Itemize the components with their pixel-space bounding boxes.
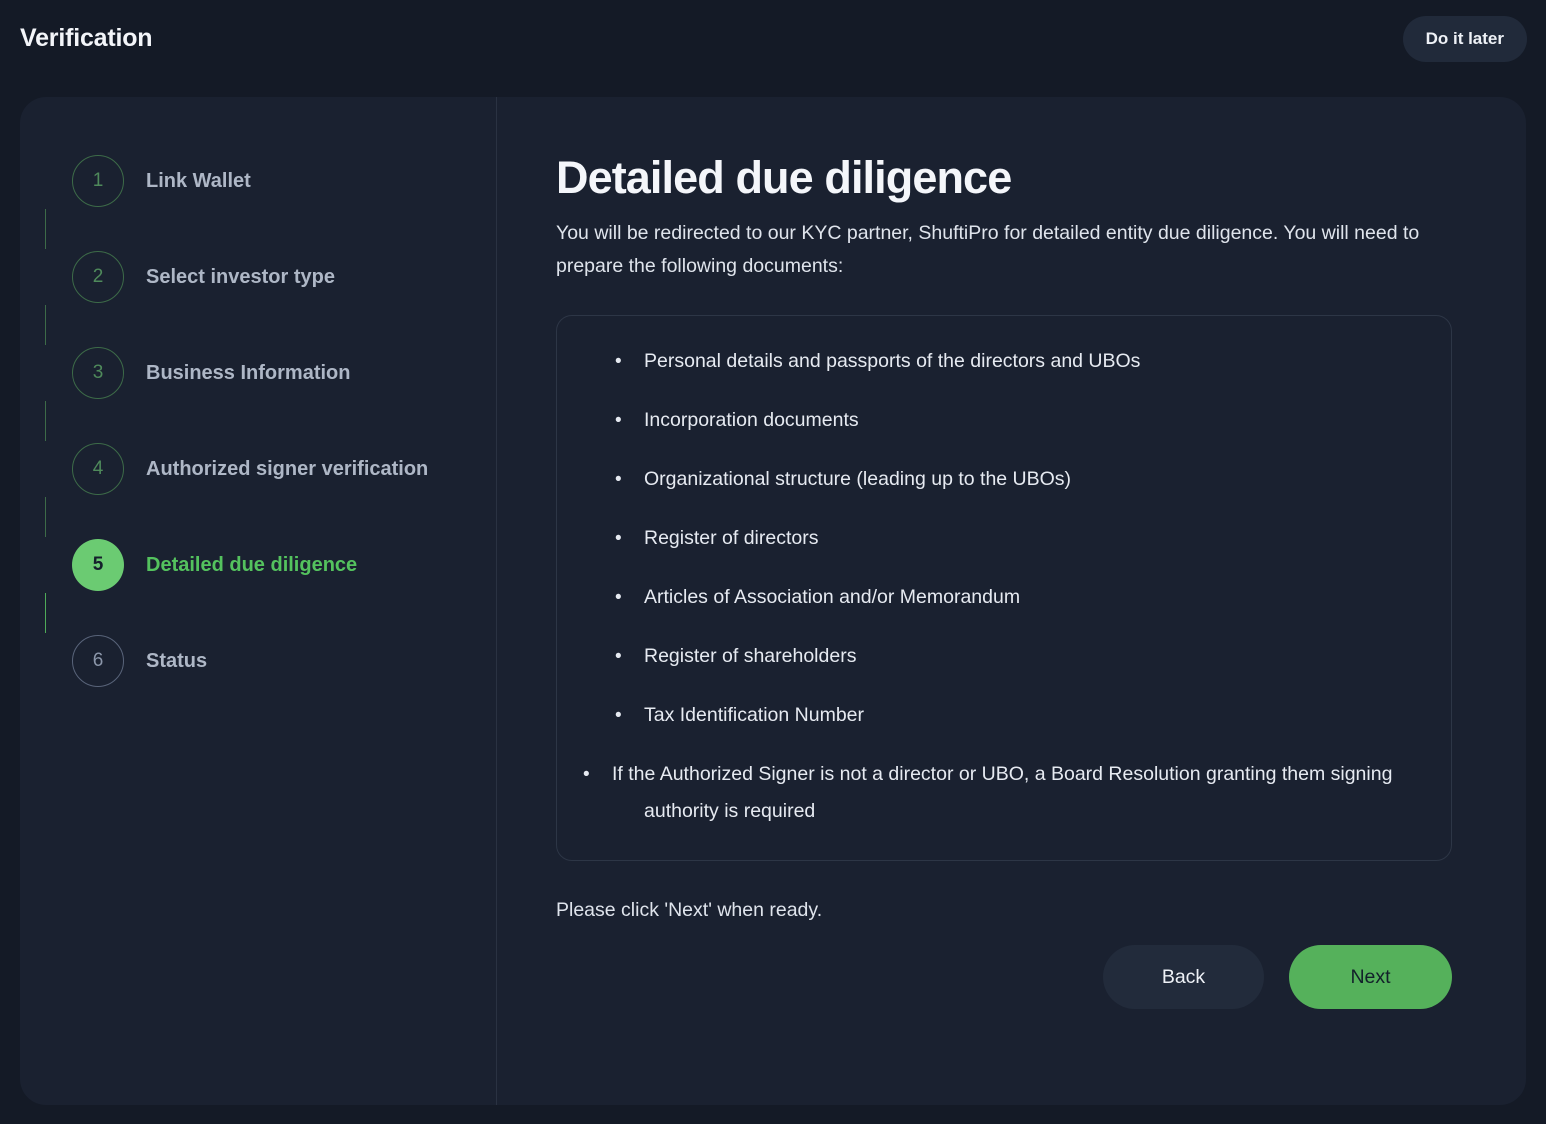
- action-buttons: Back Next: [1103, 945, 1452, 1009]
- document-list-item: Register of shareholders: [591, 638, 1417, 675]
- document-list-item: Incorporation documents: [591, 402, 1417, 439]
- stepper-item-authorized-signer-verification[interactable]: 4 Authorized signer verification: [72, 441, 496, 497]
- document-list-item: Tax Identification Number: [591, 697, 1417, 734]
- step-number-badge: 2: [72, 251, 124, 303]
- document-list-item: Articles of Association and/or Memorandu…: [591, 579, 1417, 616]
- step-heading: Detailed due diligence: [556, 152, 1012, 203]
- stepper-connector: [45, 593, 47, 633]
- stepper-sidebar: 1 Link Wallet 2 Select investor type 3 Busine…: [20, 97, 497, 1105]
- required-documents-card: Personal details and passports of the di…: [556, 314, 1452, 861]
- stepper-connector: [45, 401, 47, 441]
- step-number-badge: 6: [72, 635, 124, 687]
- step-number-badge: 1: [72, 155, 124, 207]
- document-list-item: Organizational structure (leading up to …: [591, 461, 1417, 498]
- document-list-item: Personal details and passports of the di…: [591, 343, 1417, 380]
- next-button[interactable]: Next: [1289, 945, 1452, 1009]
- step-number-badge: 3: [72, 347, 124, 399]
- verification-page: Verification Do it later 1 Link Wallet 2 Se…: [0, 0, 1546, 1124]
- document-list-item: Register of directors: [591, 520, 1417, 557]
- step-label: Detailed due diligence: [146, 553, 358, 576]
- do-it-later-button[interactable]: Do it later: [1402, 16, 1527, 62]
- verification-container: 1 Link Wallet 2 Select investor type 3 Busine…: [20, 97, 1526, 1105]
- stepper-item-detailed-due-diligence[interactable]: 5 Detailed due diligence: [72, 537, 496, 593]
- page-title: Verification: [20, 24, 153, 52]
- stepper-item-status[interactable]: 6 Status: [72, 633, 496, 689]
- stepper-connector: [45, 209, 47, 249]
- stepper-item-link-wallet[interactable]: 1 Link Wallet: [72, 153, 496, 209]
- step-label: Authorized signer verification: [146, 457, 429, 480]
- back-button[interactable]: Back: [1103, 945, 1264, 1009]
- step-intro-text: You will be redirected to our KYC partne…: [556, 221, 1420, 277]
- document-list-item: If the Authorized Signer is not a direct…: [591, 756, 1417, 830]
- ready-note: Please click 'Next' when ready.: [556, 898, 823, 921]
- step-number-badge: 4: [72, 443, 124, 495]
- stepper-connector: [45, 497, 47, 537]
- stepper-item-business-information[interactable]: 3 Business Information: [72, 345, 496, 401]
- step-label: Business Information: [146, 361, 351, 384]
- top-bar: Verification: [0, 0, 1546, 97]
- step-label: Select investor type: [146, 265, 335, 288]
- required-documents-list: Personal details and passports of the di…: [591, 343, 1417, 830]
- stepper-connector: [45, 305, 47, 345]
- step-number-badge: 5: [72, 539, 124, 591]
- step-label: Status: [146, 649, 208, 672]
- step-label: Link Wallet: [146, 169, 251, 192]
- stepper-item-select-investor-type[interactable]: 2 Select investor type: [72, 249, 496, 305]
- step-content: Detailed due diligence You will be redir…: [497, 97, 1526, 1105]
